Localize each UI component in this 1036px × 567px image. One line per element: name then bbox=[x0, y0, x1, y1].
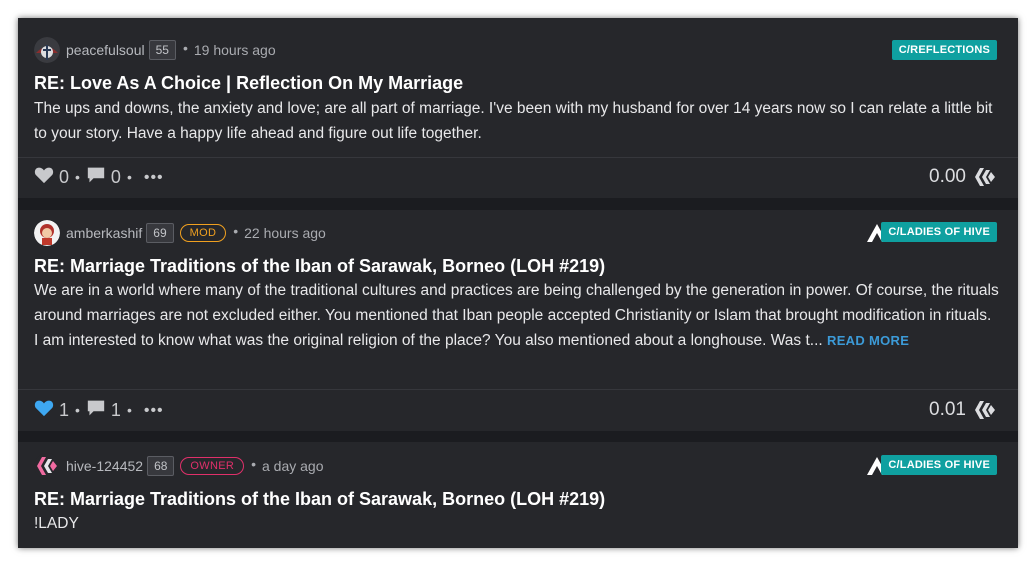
action-separator: • bbox=[126, 401, 132, 418]
community-badge[interactable]: C/LADIES OF HIVE bbox=[881, 455, 997, 475]
comment-feed: peacefulsoul 55 • 19 hours ago C/REFLECT… bbox=[18, 18, 1018, 548]
heart-icon[interactable] bbox=[34, 399, 54, 422]
community-badge[interactable]: C/LADIES OF HIVE bbox=[881, 222, 997, 242]
vote-count[interactable]: 1 bbox=[59, 400, 69, 421]
comment-text: !LADY bbox=[34, 515, 79, 532]
comment-title[interactable]: RE: Marriage Traditions of the Iban of S… bbox=[34, 256, 605, 277]
payout[interactable]: 0.01 bbox=[929, 399, 996, 421]
comment-icon[interactable] bbox=[86, 166, 106, 189]
owner-badge: OWNER bbox=[180, 457, 245, 475]
avatar[interactable] bbox=[34, 220, 60, 246]
community-badge[interactable]: C/REFLECTIONS bbox=[891, 40, 997, 60]
author-name[interactable]: hive-124452 bbox=[66, 458, 143, 474]
reputation-badge: 69 bbox=[146, 223, 174, 243]
divider bbox=[18, 157, 1018, 158]
comment-body[interactable]: !LADY bbox=[34, 511, 999, 536]
vote-count[interactable]: 0 bbox=[59, 167, 69, 188]
action-separator: • bbox=[75, 168, 80, 185]
author-name[interactable]: amberkashif bbox=[66, 225, 142, 241]
comment-meta: hive-124452 68 OWNER • a day ago bbox=[34, 453, 324, 479]
avatar[interactable] bbox=[34, 453, 60, 479]
divider bbox=[18, 389, 1018, 390]
action-separator: • bbox=[75, 401, 80, 418]
reputation-badge: 68 bbox=[147, 456, 175, 476]
avatar[interactable] bbox=[34, 37, 60, 63]
meta-separator: • bbox=[251, 456, 256, 472]
hive-logo-icon bbox=[975, 401, 995, 419]
timestamp[interactable]: 19 hours ago bbox=[194, 42, 276, 58]
comment-title[interactable]: RE: Marriage Traditions of the Iban of S… bbox=[34, 489, 605, 510]
heart-icon[interactable] bbox=[34, 166, 54, 189]
comment-icon[interactable] bbox=[86, 399, 106, 422]
payout-value: 0.01 bbox=[929, 399, 966, 420]
action-bar: 0 • 0 • ••• bbox=[34, 166, 164, 189]
comment-meta: amberkashif 69 MOD • 22 hours ago bbox=[34, 220, 326, 246]
author-name[interactable]: peacefulsoul bbox=[66, 42, 145, 58]
comment-body[interactable]: The ups and downs, the anxiety and love;… bbox=[34, 96, 999, 146]
action-bar: 1 • 1 • ••• bbox=[34, 399, 164, 422]
more-options-button[interactable]: ••• bbox=[144, 169, 164, 187]
reputation-badge: 55 bbox=[148, 40, 176, 60]
meta-separator: • bbox=[182, 40, 188, 56]
meta-separator: • bbox=[233, 223, 239, 239]
comment-count[interactable]: 0 bbox=[111, 167, 121, 188]
comment-count[interactable]: 1 bbox=[111, 400, 121, 421]
comment-text: The ups and downs, the anxiety and love;… bbox=[34, 100, 993, 142]
read-more-link[interactable]: READ MORE bbox=[827, 333, 909, 348]
mod-badge: MOD bbox=[179, 224, 227, 242]
hive-logo-icon bbox=[975, 168, 995, 186]
timestamp[interactable]: a day ago bbox=[262, 458, 324, 474]
comment-meta: peacefulsoul 55 • 19 hours ago bbox=[34, 37, 276, 63]
more-options-button[interactable]: ••• bbox=[144, 402, 164, 420]
action-separator: • bbox=[126, 168, 132, 185]
payout-value: 0.00 bbox=[929, 166, 966, 187]
payout[interactable]: 0.00 bbox=[929, 166, 996, 188]
comment-title[interactable]: RE: Love As A Choice | Reflection On My … bbox=[34, 73, 463, 94]
timestamp[interactable]: 22 hours ago bbox=[244, 225, 326, 241]
comment-body[interactable]: We are in a world where many of the trad… bbox=[34, 278, 999, 353]
